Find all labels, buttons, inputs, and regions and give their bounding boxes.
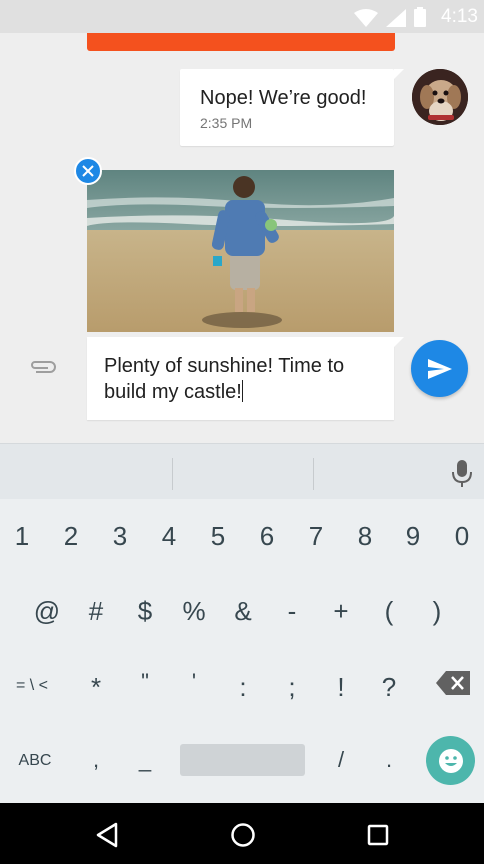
send-button[interactable] [411, 340, 468, 397]
key-7[interactable]: 7 [296, 521, 336, 552]
key-slash[interactable]: / [321, 747, 361, 773]
key-close-paren[interactable]: ) [417, 596, 457, 627]
wifi-icon [354, 9, 378, 27]
key-dollar[interactable]: $ [125, 596, 165, 627]
key-open-paren[interactable]: ( [369, 596, 409, 627]
text-cursor [241, 380, 243, 402]
key-underscore[interactable]: _ [125, 747, 165, 773]
incoming-message-bubble[interactable]: Nope! We’re good! 2:35 PM [180, 69, 404, 146]
close-icon [82, 165, 94, 177]
key-8[interactable]: 8 [345, 521, 385, 552]
home-icon[interactable] [230, 822, 256, 848]
navigation-bar [0, 803, 484, 864]
status-time: 4:13 [441, 6, 478, 27]
emoji-icon [438, 748, 463, 773]
recent-apps-icon[interactable] [367, 824, 389, 846]
send-icon [427, 358, 452, 379]
key-percent[interactable]: % [174, 596, 214, 627]
key-single-quote[interactable]: ' [174, 669, 214, 695]
keyboard: 1 2 3 4 5 6 7 8 9 0 @ # $ % & - + ( ) = … [0, 443, 484, 803]
battery-icon [414, 7, 426, 27]
key-more-symbols[interactable]: = \ < [2, 677, 62, 695]
key-4[interactable]: 4 [149, 521, 189, 552]
dog-avatar-image [412, 69, 468, 125]
contact-avatar[interactable] [412, 69, 468, 125]
key-9[interactable]: 9 [393, 521, 433, 552]
emoji-button[interactable] [426, 736, 475, 785]
key-minus[interactable]: - [272, 596, 312, 627]
conversation-area[interactable]: Nope! We’re good! 2:35 PM Plenty of suns… [0, 33, 484, 443]
message-input-text: Plenty of sunshine! Time to build my cas… [104, 355, 345, 403]
space-bar[interactable] [180, 744, 305, 776]
backspace-icon[interactable] [436, 671, 470, 695]
remove-attachment-button[interactable] [74, 157, 102, 185]
status-bar: 4:13 [0, 0, 484, 33]
key-double-quote[interactable]: " [125, 669, 165, 695]
previous-message-bubble[interactable] [87, 33, 395, 51]
key-colon[interactable]: : [223, 672, 263, 703]
attach-button[interactable] [28, 358, 58, 378]
key-3[interactable]: 3 [100, 521, 140, 552]
key-abc[interactable]: ABC [5, 752, 65, 770]
key-period[interactable]: . [369, 747, 409, 773]
key-exclamation[interactable]: ! [321, 672, 361, 703]
key-at[interactable]: @ [27, 596, 67, 627]
key-hash[interactable]: # [76, 596, 116, 627]
signal-icon [386, 9, 406, 27]
key-ampersand[interactable]: & [223, 596, 263, 627]
key-0[interactable]: 0 [442, 521, 482, 552]
mic-icon[interactable] [450, 458, 474, 488]
back-icon[interactable] [95, 822, 119, 848]
key-asterisk[interactable]: * [76, 672, 116, 703]
key-5[interactable]: 5 [198, 521, 238, 552]
suggestion-strip [0, 443, 484, 499]
key-plus[interactable]: + [321, 596, 361, 627]
key-1[interactable]: 1 [2, 521, 42, 552]
message-text: Nope! We’re good! [200, 87, 367, 109]
key-comma[interactable]: , [76, 747, 116, 773]
attached-photo[interactable] [87, 170, 394, 332]
message-input-bubble[interactable]: Plenty of sunshine! Time to build my cas… [87, 337, 404, 420]
message-input[interactable]: Plenty of sunshine! Time to build my cas… [104, 353, 384, 405]
key-semicolon[interactable]: ; [272, 672, 312, 703]
key-question[interactable]: ? [369, 672, 409, 703]
paperclip-icon [31, 361, 56, 373]
beach-photo-image [87, 170, 394, 332]
key-2[interactable]: 2 [51, 521, 91, 552]
key-6[interactable]: 6 [247, 521, 287, 552]
message-timestamp: 2:35 PM [200, 115, 253, 131]
